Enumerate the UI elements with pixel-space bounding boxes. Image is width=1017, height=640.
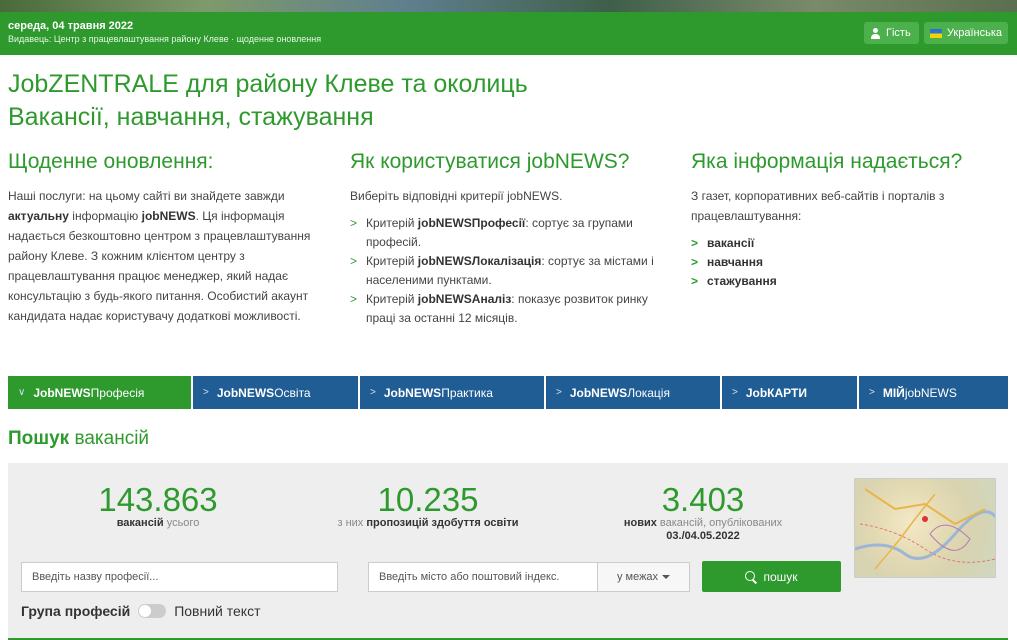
headline-line-2: Вакансії, навчання, стажування — [8, 103, 374, 131]
stat-date-range: 03./04.05.2022 — [666, 530, 740, 542]
tab-profession[interactable]: ∨ JobNEWSПрофесія — [8, 376, 191, 409]
how-to-use-title: Як користуватися jobNEWS? — [350, 150, 630, 173]
daily-update-text: Наші послуги: на цьому сайті ви знайдете… — [8, 189, 311, 323]
how-to-use-intro: Виберіть відповідні критерії jobNEWS. — [350, 189, 563, 203]
stat-total-vacancies: 143.863 вакансій усього — [68, 483, 248, 530]
stat-caption: нових вакансій, опублікованих — [623, 517, 783, 529]
tab-job-maps[interactable]: > JobКАРТИ — [722, 376, 857, 409]
chevron-right-icon: > — [203, 387, 209, 398]
criteria-list: Критерій jobNEWSПрофесії: сортує за груп… — [350, 214, 670, 328]
info-provided-title: Яка інформація надається? — [691, 150, 963, 173]
stat-new-vacancies: 3.403 нових вакансій, опублікованих 03./… — [588, 483, 818, 543]
language-button[interactable]: Українська — [924, 22, 1008, 44]
info-provided-column: Яка інформація надається? З газет, корпо… — [691, 150, 991, 291]
stat-number: 3.403 — [661, 481, 745, 518]
search-icon — [745, 570, 757, 583]
tab-location[interactable]: > JobNEWSЛокація — [546, 376, 720, 409]
current-date: середа, 04 травня 2022 — [8, 20, 134, 32]
daily-update-title: Щоденне оновлення: — [8, 150, 214, 173]
list-item: вакансії — [691, 234, 991, 253]
stat-education-offers: 10.235 з них пропозицій здобуття освіти — [308, 483, 548, 530]
hero-image-strip — [0, 0, 1017, 12]
guest-label: Гість — [886, 27, 911, 39]
daily-update-column: Щоденне оновлення: Наші послуги: на цьом… — [8, 150, 328, 326]
search-mode-toggle: Група професій Повний текст — [21, 603, 261, 619]
top-bar: середа, 04 травня 2022 Видавець: Центр з… — [0, 12, 1017, 55]
list-item: навчання — [691, 253, 991, 272]
page-headline: JobZENTRALE для району Клеве та околиць … — [8, 68, 528, 134]
list-item: стажування — [691, 272, 991, 291]
city-postcode-input[interactable]: Введіть місто або поштовий індекс. — [368, 562, 598, 592]
chevron-right-icon: > — [869, 387, 875, 398]
radius-select-label: у межах — [616, 571, 659, 583]
language-label: Українська — [946, 27, 1002, 39]
how-to-use-column: Як користуватися jobNEWS? Виберіть відпо… — [350, 150, 670, 328]
search-section-title: Пошук вакансій — [8, 428, 150, 449]
publisher-line: Видавець: Центр з працевлаштування район… — [8, 34, 322, 44]
headline-line-1: JobZENTRALE для району Клеве та околиць — [8, 70, 528, 98]
user-icon — [870, 27, 881, 39]
tab-education[interactable]: > JobNEWSОсвіта — [193, 376, 358, 409]
chevron-right-icon: > — [556, 387, 562, 398]
tab-my-jobnews[interactable]: > МІЙjobNEWS — [859, 376, 1008, 409]
profession-input[interactable]: Введіть назву професії... — [21, 562, 338, 592]
stat-number: 10.235 — [377, 481, 479, 518]
info-type-list: вакансії навчання стажування — [691, 234, 991, 291]
guest-button[interactable]: Гість — [864, 22, 919, 44]
list-item: Критерій jobNEWSПрофесії: сортує за груп… — [350, 214, 670, 252]
list-item: Критерій jobNEWSАналіз: показує розвиток… — [350, 290, 670, 328]
radius-select[interactable]: у межах — [598, 562, 690, 592]
search-button-label: пошук — [763, 569, 798, 584]
info-provided-intro: З газет, корпоративних веб-сайтів і порт… — [691, 189, 945, 223]
stat-number: 143.863 — [98, 481, 218, 518]
tab-internship[interactable]: > JobNEWSПрактика — [360, 376, 544, 409]
region-map-thumbnail[interactable] — [854, 478, 996, 578]
caret-down-icon — [662, 575, 671, 579]
category-tabs: ∨ JobNEWSПрофесія > JobNEWSОсвіта > JobN… — [8, 376, 1008, 409]
ukraine-flag-icon — [930, 28, 942, 38]
list-item: Критерій jobNEWSЛокалізація: сортує за м… — [350, 252, 670, 290]
toggle-label-full-text: Повний текст — [174, 603, 261, 619]
search-mode-switch[interactable] — [138, 604, 167, 618]
chevron-right-icon: > — [370, 387, 376, 398]
chevron-right-icon: > — [732, 387, 738, 398]
stat-caption: вакансій усього — [116, 517, 200, 529]
search-panel: 143.863 вакансій усього 10.235 з них про… — [8, 463, 1008, 640]
toggle-label-profession-group: Група професій — [21, 603, 131, 619]
stat-caption: з них пропозицій здобуття освіти — [337, 517, 519, 529]
chevron-down-icon: ∨ — [18, 387, 26, 398]
search-button[interactable]: пошук — [702, 561, 841, 592]
